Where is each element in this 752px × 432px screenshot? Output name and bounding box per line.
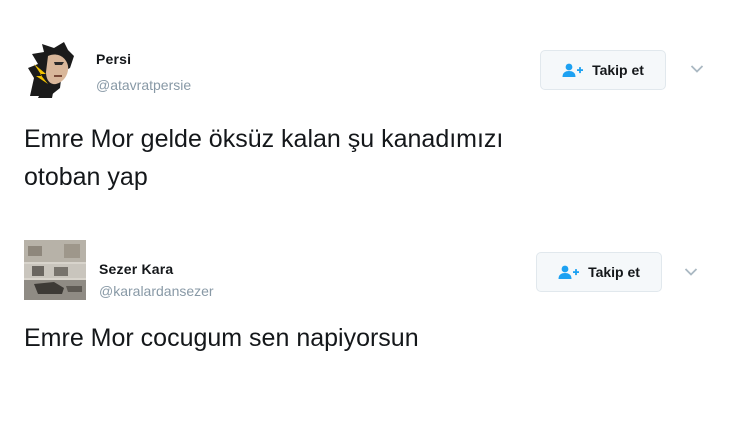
user-handle[interactable]: @atavratpersie — [96, 77, 191, 93]
tweet-card: Persi @atavratpersie Takip et Emre Mor g… — [0, 0, 752, 215]
avatar[interactable] — [24, 240, 86, 300]
user-handle[interactable]: @karalardansezer — [99, 283, 214, 299]
tweet-card: Sezer Kara @karalardansezer Takip et Emr… — [0, 215, 752, 432]
add-user-icon — [562, 63, 584, 77]
follow-button[interactable]: Takip et — [540, 50, 666, 90]
chevron-down-icon[interactable] — [684, 267, 698, 277]
chevron-down-icon[interactable] — [690, 64, 704, 74]
tweet-text: Emre Mor gelde öksüz kalan şu kanadımızı… — [24, 125, 504, 191]
follow-button[interactable]: Takip et — [536, 252, 662, 292]
display-name[interactable]: Sezer Kara — [99, 261, 173, 277]
follow-button-label: Takip et — [588, 264, 640, 280]
avatar[interactable] — [24, 38, 84, 98]
display-name[interactable]: Persi — [96, 51, 131, 67]
tweet-text: Emre Mor cocugum sen napiyorsun — [24, 324, 419, 352]
add-user-icon — [558, 265, 580, 279]
follow-button-label: Takip et — [592, 62, 644, 78]
